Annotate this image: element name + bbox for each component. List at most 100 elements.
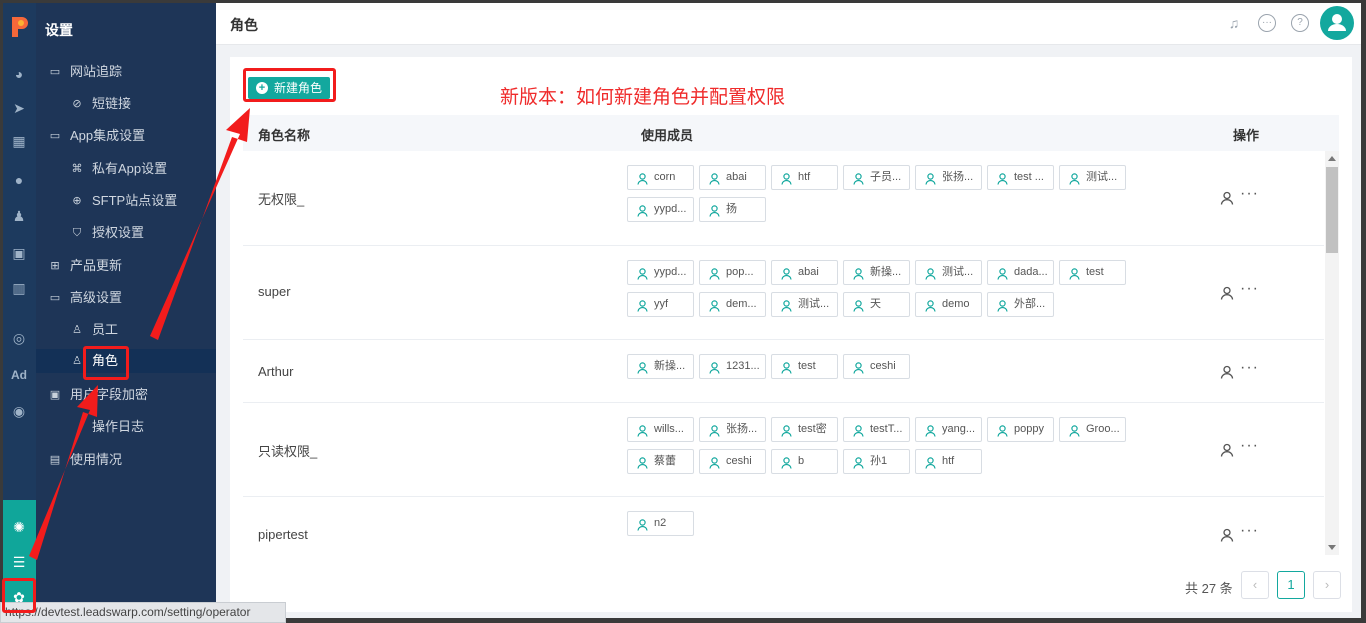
sidebar-item-app-integration[interactable]: ▭ App集成设置 [36,124,216,148]
member-tag[interactable]: 张扬... [915,165,982,190]
sidebar-item-field-encryption[interactable]: ▣ 用户字段加密 [36,383,216,407]
member-tag[interactable]: abai [699,165,766,190]
user-icon [709,423,720,437]
member-tag[interactable]: demo [915,292,982,317]
member-tag[interactable]: pop... [699,260,766,285]
pagination-page-button[interactable]: 1 [1277,571,1305,599]
member-tag[interactable]: 测试... [1059,165,1126,190]
bookmark-icon[interactable]: ▣ [10,244,28,262]
member-tag[interactable]: htf [915,449,982,474]
dashboard-icon[interactable]: ◕ [10,65,28,83]
scrollbar-thumb[interactable] [1326,167,1338,253]
member-tag[interactable]: 1231... [699,354,766,379]
member-tag[interactable]: test [1059,260,1126,285]
ad-icon[interactable]: Ad [10,366,28,384]
table-scrollbar[interactable] [1325,151,1339,555]
user-icon [853,298,864,312]
group-icon[interactable]: ♟ [10,207,28,225]
help-icon[interactable]: ? [1291,14,1309,32]
member-name: 扬 [726,203,737,215]
server-icon[interactable]: ☰ [10,553,28,571]
analytics-icon[interactable]: ✺ [10,518,28,536]
member-tag[interactable]: test ... [987,165,1054,190]
member-name: ceshi [870,360,896,372]
pagination-next-button[interactable]: › [1313,571,1341,599]
bell-icon[interactable]: ♫ [1225,14,1243,32]
member-tag[interactable]: yypd... [627,260,694,285]
member-tag[interactable]: test密 [771,417,838,442]
member-tag[interactable]: yypd... [627,197,694,222]
roles-table-body: 无权限_ corn abai htf 子员... 张扬... test ... 测试... yy… [243,151,1339,555]
member-name: b [798,455,805,467]
member-tag[interactable]: poppy [987,417,1054,442]
assign-members-icon[interactable] [1220,365,1234,379]
more-options-icon[interactable]: ··· [1240,185,1259,203]
member-tag[interactable]: 孙1 [843,449,910,474]
sidebar-item-employees[interactable]: ♙ 员工 [36,318,216,342]
member-tag[interactable]: Groo... [1059,417,1126,442]
assign-members-icon[interactable] [1220,191,1234,205]
roles-card: + 新建角色 新版本：如何新建角色并配置权限 角色名称 使用成员 操作 无权限_… [230,57,1352,612]
avatar[interactable] [1320,6,1354,40]
member-name: 测试... [942,266,974,278]
member-tag[interactable]: 子员... [843,165,910,190]
member-tag[interactable]: ceshi [843,354,910,379]
pagination-prev-button[interactable]: ‹ [1241,571,1269,599]
assign-members-icon[interactable] [1220,443,1234,457]
sidebar-item-operation-log[interactable]: 操作日志 [36,415,216,439]
member-tag[interactable]: ceshi [699,449,766,474]
member-tag[interactable]: wills... [627,417,694,442]
member-tag[interactable]: 新操... [627,354,694,379]
sidebar-item-private-app[interactable]: ⌘ 私有App设置 [36,157,216,181]
assign-members-icon[interactable] [1220,286,1234,300]
sidebar-item-authorization[interactable]: ⛉ 授权设置 [36,221,216,245]
member-tag[interactable]: dada... [987,260,1054,285]
more-options-icon[interactable]: ··· [1240,359,1259,377]
send-icon[interactable]: ➤ [10,99,28,117]
member-tag[interactable]: yang... [915,417,982,442]
table-row: 只读权限_ wills... 张扬... test密 testT... yang... po… [243,403,1324,497]
member-tag[interactable]: 天 [843,292,910,317]
chat-icon[interactable]: ··· [1258,14,1276,32]
member-tag[interactable]: dem... [699,292,766,317]
member-tag[interactable]: 蔡蕾 [627,449,694,474]
member-tag[interactable]: corn [627,165,694,190]
user-icon [925,455,936,469]
sidebar-item-sftp[interactable]: ⊕ SFTP站点设置 [36,189,216,213]
member-tag[interactable]: 新操... [843,260,910,285]
member-tag[interactable]: 张扬... [699,417,766,442]
member-tag[interactable]: 扬 [699,197,766,222]
member-tag[interactable]: htf [771,165,838,190]
member-tag[interactable]: abai [771,260,838,285]
member-tag[interactable]: 测试... [915,260,982,285]
scroll-up-arrow-icon[interactable] [1328,156,1336,161]
member-tag[interactable]: yyf [627,292,694,317]
sidebar-item-short-link[interactable]: ⊘ 短链接 [36,92,216,116]
table-row: Arthur 新操... 1231... test ceshi ··· [243,340,1324,403]
sidebar-item-usage[interactable]: ▤ 使用情况 [36,448,216,472]
member-tag[interactable]: 外部... [987,292,1054,317]
more-options-icon[interactable]: ··· [1240,437,1259,455]
scroll-down-arrow-icon[interactable] [1328,545,1336,550]
member-tag[interactable]: b [771,449,838,474]
sidebar-item-website-tracking[interactable]: ▭ 网站追踪 [36,60,216,84]
member-name: abai [726,171,747,183]
bar-chart-icon[interactable]: ▥ [10,279,28,297]
sidebar-item-product-updates[interactable]: ⊞ 产品更新 [36,254,216,278]
target-icon[interactable]: ◉ [10,402,28,420]
member-tag[interactable]: n2 [627,511,694,536]
assign-members-icon[interactable] [1220,528,1234,542]
highlight-box-settings [2,578,36,613]
member-tag[interactable]: 测试... [771,292,838,317]
sidebar-item-advanced[interactable]: ▭ 高级设置 [36,286,216,310]
user-icon [1069,266,1080,280]
more-options-icon[interactable]: ··· [1240,280,1259,298]
layout-icon[interactable]: ▦ [10,132,28,150]
member-tag[interactable]: test [771,354,838,379]
more-options-icon[interactable]: ··· [1240,522,1259,540]
person-icon[interactable]: ● [10,171,28,189]
member-tag[interactable]: testT... [843,417,910,442]
wechat-icon[interactable]: ◎ [10,329,28,347]
app-logo-icon[interactable] [9,15,29,39]
member-name: n2 [654,517,667,529]
